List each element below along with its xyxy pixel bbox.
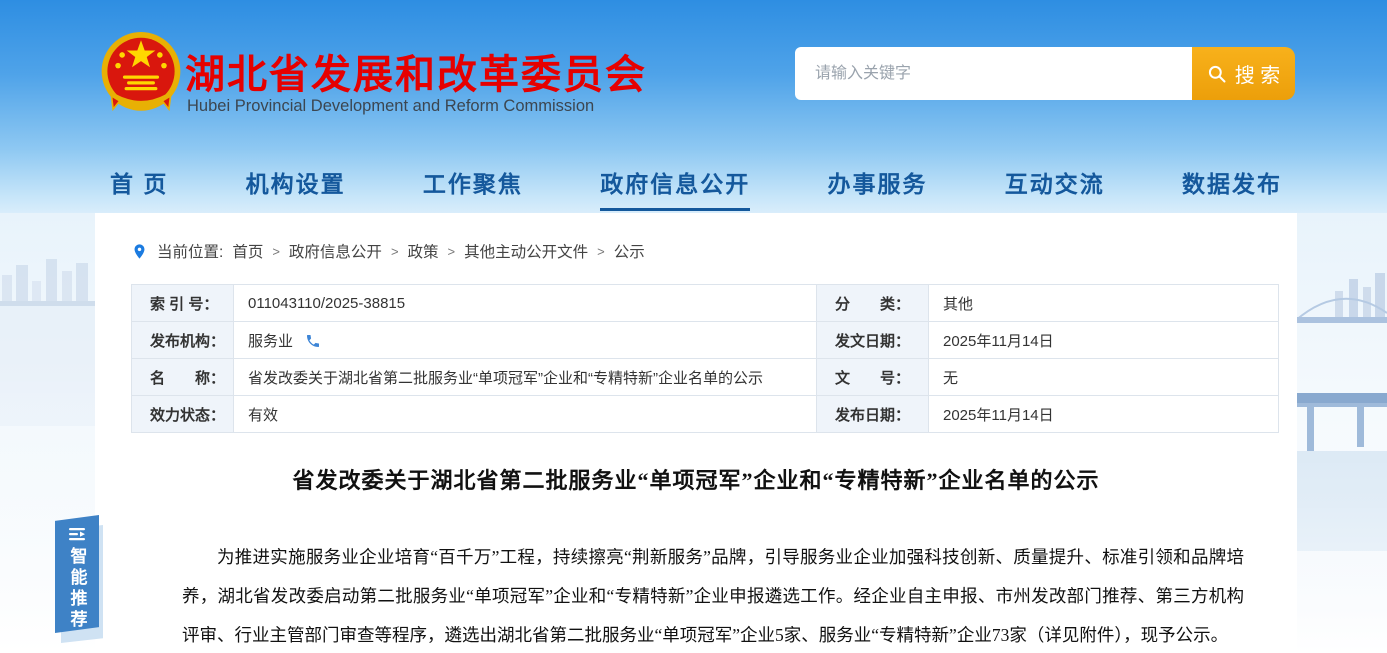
meta-label-doc-number: 文 号： — [817, 359, 929, 396]
breadcrumb-separator: > — [448, 244, 456, 259]
content-panel: 当前位置: 首页 > 政府信息公开 > 政策 > 其他主动公开文件 > 公示 索… — [95, 213, 1297, 653]
document-meta-table: 索 引 号： 011043110/2025-38815 分 类： 其他 发布机构… — [131, 284, 1279, 433]
meta-label-category: 分 类： — [817, 285, 929, 322]
smart-recommend-tab[interactable]: 智能推荐 — [55, 515, 99, 637]
search-bar: 搜 索 — [795, 47, 1295, 100]
meta-value-issue-date: 2025年11月14日 — [929, 322, 1279, 359]
meta-value-category: 其他 — [929, 285, 1279, 322]
meta-label-index-number: 索 引 号： — [132, 285, 234, 322]
breadcrumb-public-notice[interactable]: 公示 — [614, 240, 645, 262]
nav-item-organization[interactable]: 机构设置 — [246, 165, 346, 208]
article-title: 省发改委关于湖北省第二批服务业“单项冠军”企业和“专精特新”企业名单的公示 — [95, 463, 1297, 495]
breadcrumb-gov-info[interactable]: 政府信息公开 — [289, 240, 382, 262]
meta-value-publish-date: 2025年11月14日 — [929, 396, 1279, 433]
nav-item-work-focus[interactable]: 工作聚焦 — [423, 165, 523, 208]
site-subtitle: Hubei Provincial Development and Reform … — [187, 97, 594, 116]
meta-value-doc-number: 无 — [929, 359, 1279, 396]
search-icon — [1207, 64, 1227, 84]
breadcrumb-policy[interactable]: 政策 — [408, 240, 439, 262]
breadcrumb-separator: > — [272, 244, 280, 259]
table-row: 发布机构： 服务业 发文日期： 2025年11月14日 — [132, 322, 1279, 359]
meta-label-issue-date: 发文日期： — [817, 322, 929, 359]
meta-value-index-number: 011043110/2025-38815 — [234, 285, 817, 322]
table-row: 效力状态： 有效 发布日期： 2025年11月14日 — [132, 396, 1279, 433]
tab-face: 智能推荐 — [55, 515, 99, 633]
nav-item-data-release[interactable]: 数据发布 — [1182, 165, 1282, 208]
site-header: 湖北省发展和改革委员会 Hubei Provincial Development… — [95, 0, 1297, 160]
meta-label-validity-status: 效力状态： — [132, 396, 234, 433]
national-emblem-logo — [100, 30, 182, 116]
location-pin-icon — [131, 243, 148, 260]
list-arrow-icon — [68, 527, 86, 541]
breadcrumb-other-open-files[interactable]: 其他主动公开文件 — [464, 240, 588, 262]
breadcrumb-prefix: 当前位置: — [157, 240, 223, 262]
site-title: 湖北省发展和改革委员会 — [185, 42, 647, 100]
meta-value-issuing-agency: 服务业 — [234, 322, 817, 359]
breadcrumb-separator: > — [597, 244, 605, 259]
phone-icon[interactable] — [305, 333, 321, 349]
search-button-label: 搜 索 — [1235, 59, 1281, 88]
breadcrumb-separator: > — [391, 244, 399, 259]
meta-label-title: 名 称： — [132, 359, 234, 396]
nav-item-services[interactable]: 办事服务 — [827, 165, 927, 208]
nav-item-home[interactable]: 首 页 — [110, 165, 168, 208]
meta-value-title: 省发改委关于湖北省第二批服务业“单项冠军”企业和“专精特新”企业名单的公示 — [234, 359, 817, 396]
search-input[interactable] — [795, 47, 1192, 100]
nav-item-interaction[interactable]: 互动交流 — [1005, 165, 1105, 208]
search-button[interactable]: 搜 索 — [1192, 47, 1295, 100]
breadcrumb-home[interactable]: 首页 — [232, 240, 263, 262]
meta-label-publish-date: 发布日期： — [817, 396, 929, 433]
main-nav: 首 页 机构设置 工作聚焦 政府信息公开 办事服务 互动交流 数据发布 — [95, 165, 1297, 213]
breadcrumb: 当前位置: 首页 > 政府信息公开 > 政策 > 其他主动公开文件 > 公示 — [131, 240, 645, 262]
article-paragraph: 为推进实施服务业企业培育“百千万”工程，持续擦亮“荆新服务”品牌，引导服务业企业… — [182, 538, 1244, 653]
table-row: 索 引 号： 011043110/2025-38815 分 类： 其他 — [132, 285, 1279, 322]
smart-recommend-label: 智能推荐 — [65, 547, 90, 631]
nav-item-gov-info-disclosure[interactable]: 政府信息公开 — [600, 165, 750, 211]
table-row: 名 称： 省发改委关于湖北省第二批服务业“单项冠军”企业和“专精特新”企业名单的… — [132, 359, 1279, 396]
meta-value-validity-status: 有效 — [234, 396, 817, 433]
meta-label-issuing-agency: 发布机构： — [132, 322, 234, 359]
